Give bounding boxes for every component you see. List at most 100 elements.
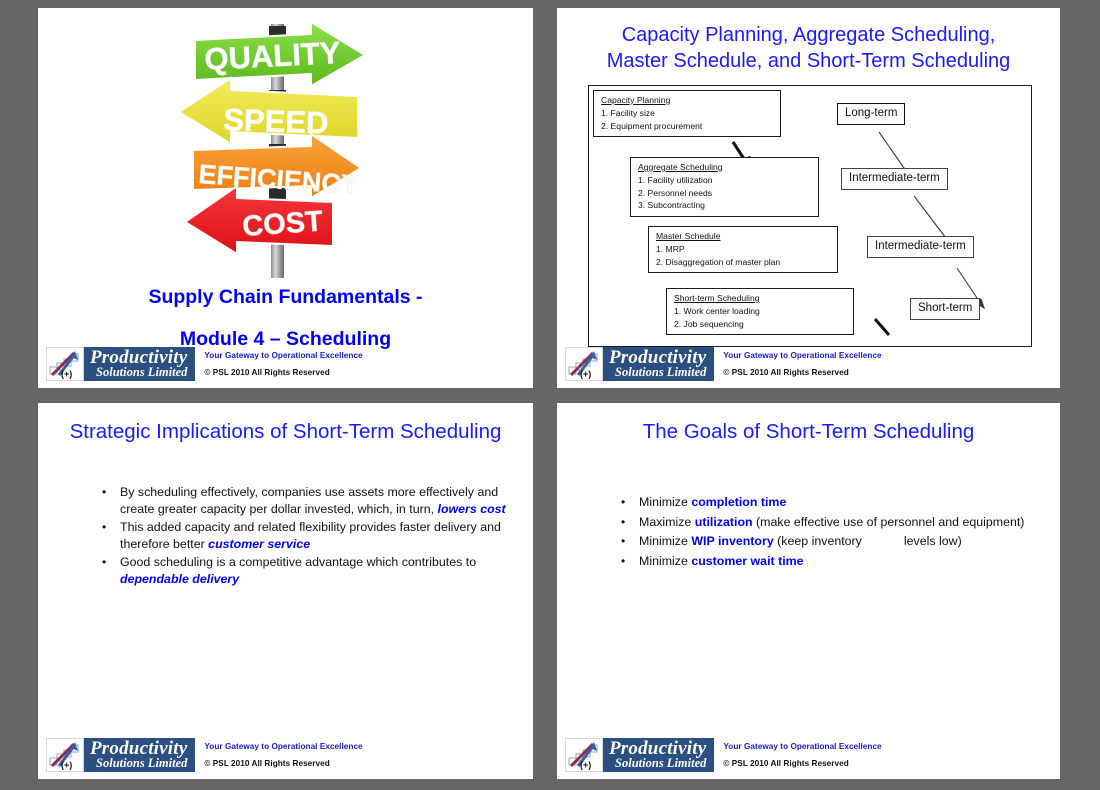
bullet-text-run: (keep inventory (773, 534, 862, 549)
brand-name-line2: Solutions Limited (615, 756, 707, 770)
slide-grid: QUALITY SPEED EFFICIENCY COST Supply Cha… (0, 0, 1100, 790)
flow-box-item: 1. Facility size (601, 108, 655, 118)
bullet-text-run: Minimize (639, 534, 692, 549)
bullet-text-run: Good scheduling is a competitive advanta… (120, 555, 477, 570)
bullet-text-run: Minimize (639, 553, 692, 568)
bullet-glyph: • (102, 485, 107, 499)
svg-text:(+): (+) (61, 369, 72, 379)
slide-1-title[interactable]: QUALITY SPEED EFFICIENCY COST Supply Cha… (38, 8, 533, 388)
bullet-text-run: (make effective use of personnel and equ… (752, 514, 1025, 529)
flow-box-item: 2. Disaggregation of master plan (656, 256, 781, 267)
footer-text-block: Your Gateway to Operational Excellence ©… (204, 738, 362, 772)
psl-logo-icon: (+) (565, 347, 603, 381)
bullet-text-run: dependable delivery (120, 571, 240, 586)
bullet-item: • This added capacity and related flexibi… (98, 519, 518, 552)
slide-1-title-line1: Supply Chain Fundamentals - (148, 286, 423, 308)
flow-box-capacity-planning: Capacity Planning 1. Facility size 2. Eq… (593, 90, 781, 137)
horizon-box-intermediate-term-1: Intermediate-term (841, 168, 948, 190)
slide-4-title: The Goals of Short-Term Scheduling (642, 420, 975, 443)
footer-text-block: Your Gateway to Operational Excellence ©… (723, 347, 881, 381)
footer-copyright: © PSL 2010 All Rights Reserved (723, 367, 849, 377)
horizon-box-long-term: Long-term (837, 103, 906, 125)
slide-4-bullet-list: • Minimize completion time • Maximize utili… (617, 494, 1047, 572)
svg-text:(+): (+) (61, 760, 72, 770)
svg-text:(+): (+) (580, 369, 591, 379)
brand-name-line2: Solutions Limited (96, 756, 188, 770)
bullet-glyph: • (621, 534, 626, 549)
bullet-text-run: This added capacity and related flexibil… (120, 520, 501, 551)
bullet-glyph: • (621, 553, 626, 568)
svg-text:COST: COST (241, 205, 324, 243)
signpost-svg: QUALITY SPEED EFFICIENCY COST (177, 20, 367, 278)
footer-3: (+) Productivity Solutions Limited Your … (46, 736, 363, 774)
footer-1: (+) Productivity Solutions Limited Your … (46, 345, 363, 383)
bullet-text-run: levels low) (903, 534, 962, 549)
bullet-text-run: completion time (691, 495, 787, 509)
bullet-glyph: • (102, 520, 107, 535)
scheduling-hierarchy-diagram: Capacity Planning 1. Facility size 2. Eq… (588, 85, 1032, 347)
flow-box-item: 2. Job sequencing (674, 318, 744, 329)
bullet-item: • Minimize customer wait time (617, 553, 1047, 570)
svg-text:QUALITY: QUALITY (204, 35, 342, 77)
bullet-text-run: customer service (208, 536, 311, 551)
psl-brand-block: Productivity Solutions Limited (84, 347, 196, 381)
bullet-item: • Maximize utilization (make effective us… (617, 514, 1047, 531)
flow-box-item: 1. Facility utilization (638, 175, 713, 185)
flow-box-item: 2. Personnel needs (638, 187, 713, 198)
psl-brand-block: Productivity Solutions Limited (84, 738, 196, 772)
brand-name-line2: Solutions Limited (96, 365, 188, 379)
bullet-text-run: utilization (694, 514, 753, 529)
footer-tagline: Your Gateway to Operational Excellence (723, 741, 882, 751)
slide-2-title-line2: Master Schedule, and Short-Term Scheduli… (606, 50, 1011, 72)
flow-box-heading: Aggregate Scheduling (638, 162, 723, 172)
flow-box-heading: Capacity Planning (601, 95, 671, 105)
slide-2-title: Capacity Planning, Aggregate Scheduling,… (563, 22, 1054, 74)
horizon-box-intermediate-term-2: Intermediate-term (867, 236, 974, 258)
footer-copyright: © PSL 2010 All Rights Reserved (204, 367, 330, 377)
flow-box-aggregate-scheduling: Aggregate Scheduling 1. Facility utiliza… (630, 157, 819, 217)
footer-text-block: Your Gateway to Operational Excellence ©… (723, 738, 881, 772)
bullet-text-run: Maximize (639, 514, 695, 529)
footer-text-block: Your Gateway to Operational Excellence ©… (204, 347, 362, 381)
bullet-text-run: WIP inventory (691, 534, 774, 549)
bullet-item: • Good scheduling is a competitive advant… (98, 554, 518, 587)
footer-2: (+) Productivity Solutions Limited Your … (565, 345, 882, 383)
psl-logo-icon: (+) (46, 738, 84, 772)
psl-logo-icon: (+) (565, 738, 603, 772)
svg-text:(+): (+) (580, 760, 591, 770)
brand-name-line2: Solutions Limited (615, 365, 707, 379)
flow-box-master-schedule: Master Schedule 1. MRP 2. Disaggregation… (648, 226, 838, 273)
bullet-item: • By scheduling effectively, companies us… (98, 484, 518, 517)
flow-box-item: 1. MRP (656, 244, 685, 254)
footer-copyright: © PSL 2010 All Rights Reserved (204, 758, 330, 768)
flow-box-item: 2. Equipment procurement (601, 120, 703, 131)
flow-box-item: 3. Subcontracting (638, 200, 705, 210)
flow-box-item: 1. Work center loading (674, 306, 760, 316)
slide-3-bullet-list: • By scheduling effectively, companies us… (98, 484, 518, 590)
horizon-box-short-term: Short-term (910, 298, 981, 320)
bullet-glyph: • (621, 495, 626, 509)
slide-4-goals[interactable]: The Goals of Short-Term Scheduling • Mini… (557, 403, 1060, 779)
footer-tagline: Your Gateway to Operational Excellence (723, 350, 882, 360)
footer-tagline: Your Gateway to Operational Excellence (204, 741, 363, 751)
footer-tagline: Your Gateway to Operational Excellence (204, 350, 363, 360)
flow-box-short-term-scheduling: Short-term Scheduling 1. Work center loa… (666, 288, 854, 335)
flow-box-heading: Short-term Scheduling (674, 293, 760, 303)
slide-2-title-line1: Capacity Planning, Aggregate Scheduling, (621, 24, 996, 46)
psl-brand-block: Productivity Solutions Limited (603, 347, 715, 381)
footer-copyright: © PSL 2010 All Rights Reserved (723, 758, 849, 768)
psl-brand-block: Productivity Solutions Limited (603, 738, 715, 772)
bullet-item: • Minimize completion time (617, 494, 1047, 511)
bullet-text-run: Minimize (639, 495, 692, 509)
slide-3-title: Strategic Implications of Short-Term Sch… (69, 420, 502, 443)
bullet-text-run: lowers cost (437, 501, 506, 516)
bullet-item: • Minimize WIP inventory (keep inventory l… (617, 533, 1047, 550)
slide-2-capacity-planning[interactable]: Capacity Planning, Aggregate Scheduling,… (557, 8, 1060, 388)
slide-3-strategic-implications[interactable]: Strategic Implications of Short-Term Sch… (38, 403, 533, 779)
signpost-graphic: QUALITY SPEED EFFICIENCY COST (143, 20, 433, 282)
bullet-glyph: • (621, 514, 626, 529)
footer-4: (+) Productivity Solutions Limited Your … (565, 736, 882, 774)
bullet-text-run: customer wait time (691, 553, 804, 568)
psl-logo-icon: (+) (46, 347, 84, 381)
flow-box-heading: Master Schedule (656, 231, 721, 241)
